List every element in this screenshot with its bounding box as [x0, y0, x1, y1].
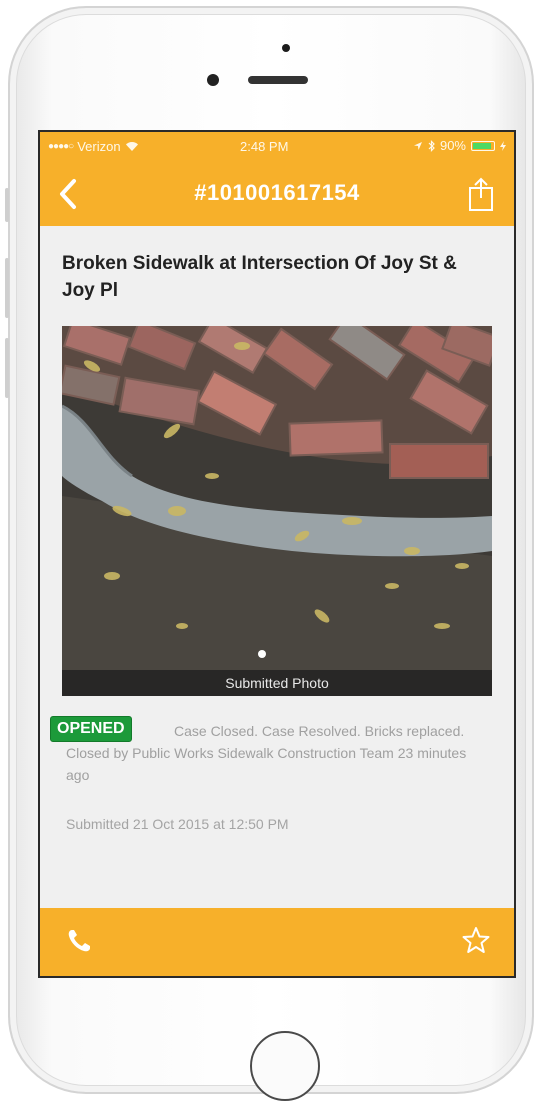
wifi-icon: [125, 142, 138, 151]
status-bar: ●●●●○ Verizon 2:48 PM 90%: [40, 132, 514, 162]
submitted-timestamp: Submitted 21 Oct 2015 at 12:50 PM: [66, 816, 289, 832]
case-detail-content: Broken Sidewalk at Intersection Of Joy S…: [40, 226, 514, 908]
status-right: 90%: [413, 138, 506, 153]
battery-percent: 90%: [439, 138, 466, 153]
bluetooth-icon: [428, 139, 435, 152]
star-icon[interactable]: [462, 926, 490, 954]
case-number-title: #101001617154: [194, 180, 360, 205]
location-icon: [413, 141, 422, 150]
home-button[interactable]: [250, 1031, 320, 1101]
photo-caption: Submitted Photo: [62, 670, 492, 696]
volume-up-button: [5, 258, 9, 318]
carrier-name: Verizon: [77, 139, 121, 154]
battery-fill: [473, 142, 491, 149]
submitted-photo-carousel[interactable]: Submitted Photo: [62, 326, 492, 696]
earpiece-speaker: [248, 76, 308, 84]
app-screen: ●●●●○ Verizon 2:48 PM 90% #101001617154 …: [38, 130, 516, 978]
signal-strength-icon: ●●●●○: [48, 141, 74, 152]
share-icon[interactable]: [466, 176, 496, 212]
front-camera: [282, 44, 290, 52]
submitted-photo: [62, 326, 492, 696]
phone-icon[interactable]: [66, 928, 92, 954]
status-badge: OPENED: [50, 716, 132, 742]
battery-icon: [471, 140, 495, 151]
carousel-page-indicator: [258, 650, 266, 658]
mute-switch: [5, 188, 9, 222]
case-title: Broken Sidewalk at Intersection Of Joy S…: [62, 253, 457, 301]
clock: 2:48 PM: [240, 139, 289, 154]
navigation-bar: #101001617154: [40, 162, 514, 226]
carrier-info: ●●●●○ Verizon: [48, 139, 139, 154]
bottom-toolbar: [40, 908, 514, 976]
charging-icon: [500, 140, 506, 151]
volume-down-button: [5, 338, 9, 398]
proximity-sensor: [207, 74, 219, 86]
